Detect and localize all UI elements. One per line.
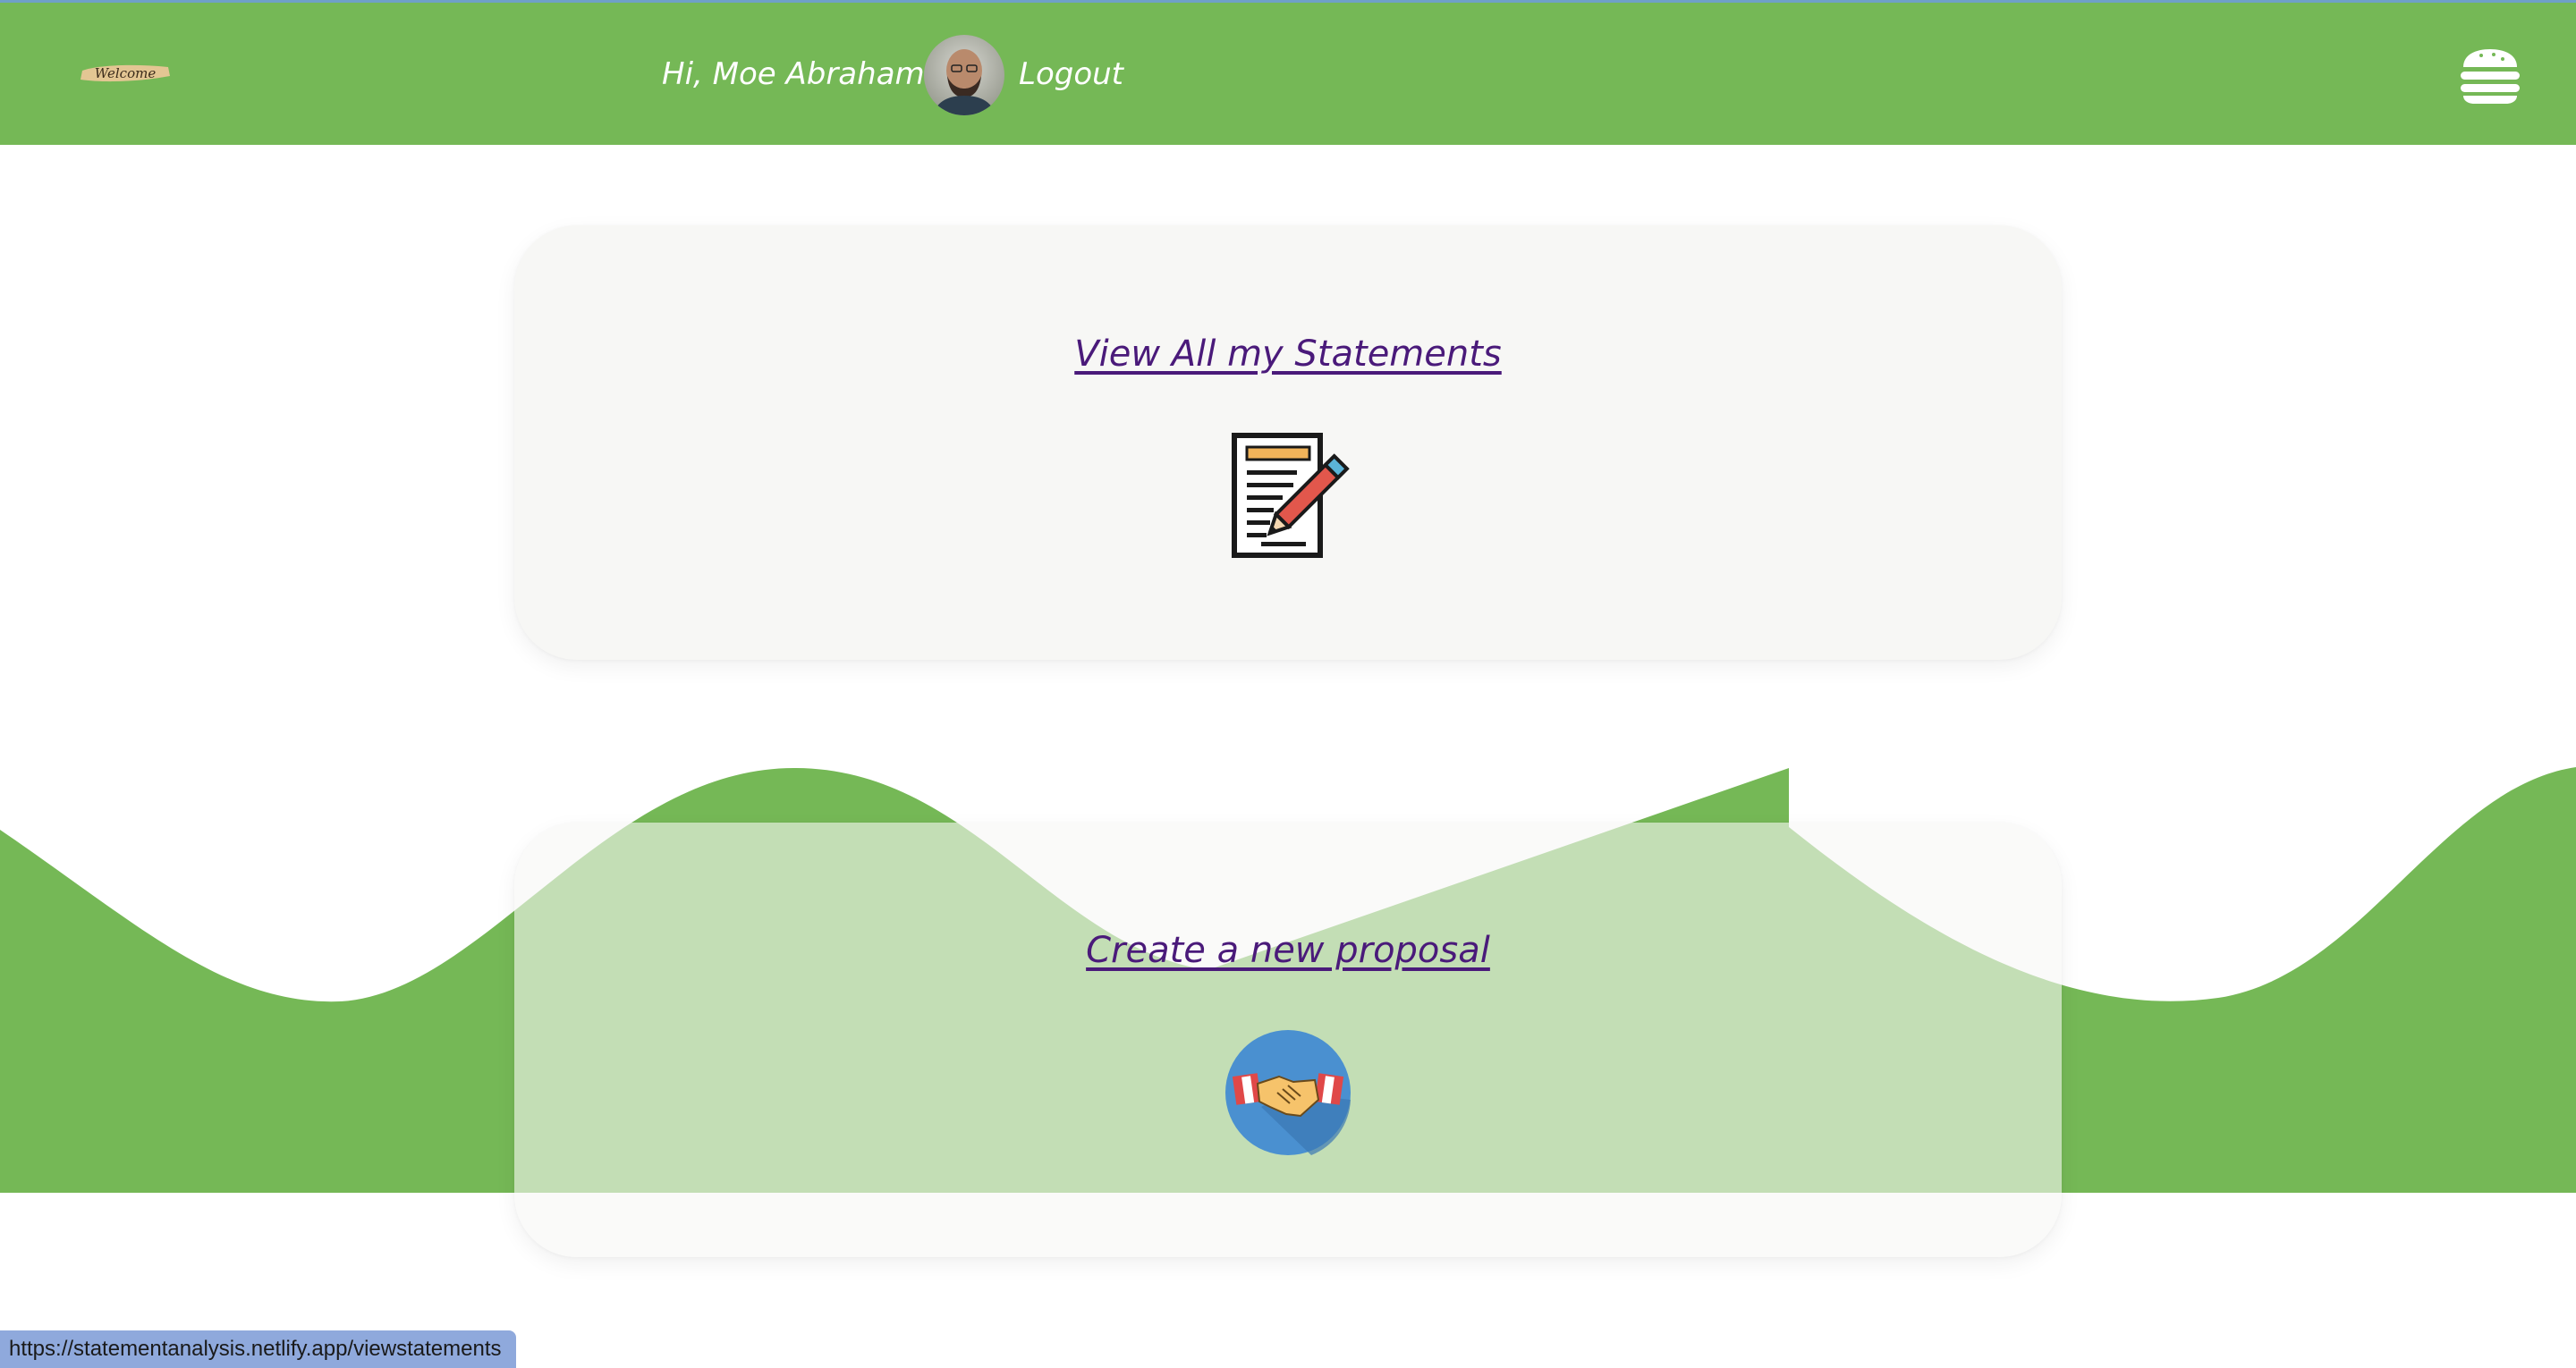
user-avatar xyxy=(924,35,1004,115)
document-edit-icon[interactable] xyxy=(1225,433,1351,558)
svg-text:Welcome: Welcome xyxy=(95,65,157,81)
create-proposal-link[interactable]: Create a new proposal xyxy=(514,925,2062,975)
welcome-logo[interactable]: Welcome xyxy=(79,58,172,89)
browser-status-url: https://statementanalysis.netlify.app/vi… xyxy=(0,1330,516,1368)
logout-link[interactable]: Logout xyxy=(1019,53,1123,96)
user-greeting: Hi, Moe Abraham xyxy=(662,56,925,92)
top-navbar: Welcome Hi, Moe Abraham Logout xyxy=(0,0,2576,145)
handshake-icon[interactable] xyxy=(1225,1030,1351,1155)
view-statements-link[interactable]: View All my Statements xyxy=(514,329,2062,379)
create-proposal-card: Create a new proposal xyxy=(514,823,2062,1257)
hamburger-icon[interactable] xyxy=(2458,47,2522,105)
view-statements-card: View All my Statements xyxy=(514,225,2062,660)
page: Welcome Hi, Moe Abraham Logout View All … xyxy=(0,0,2576,1368)
